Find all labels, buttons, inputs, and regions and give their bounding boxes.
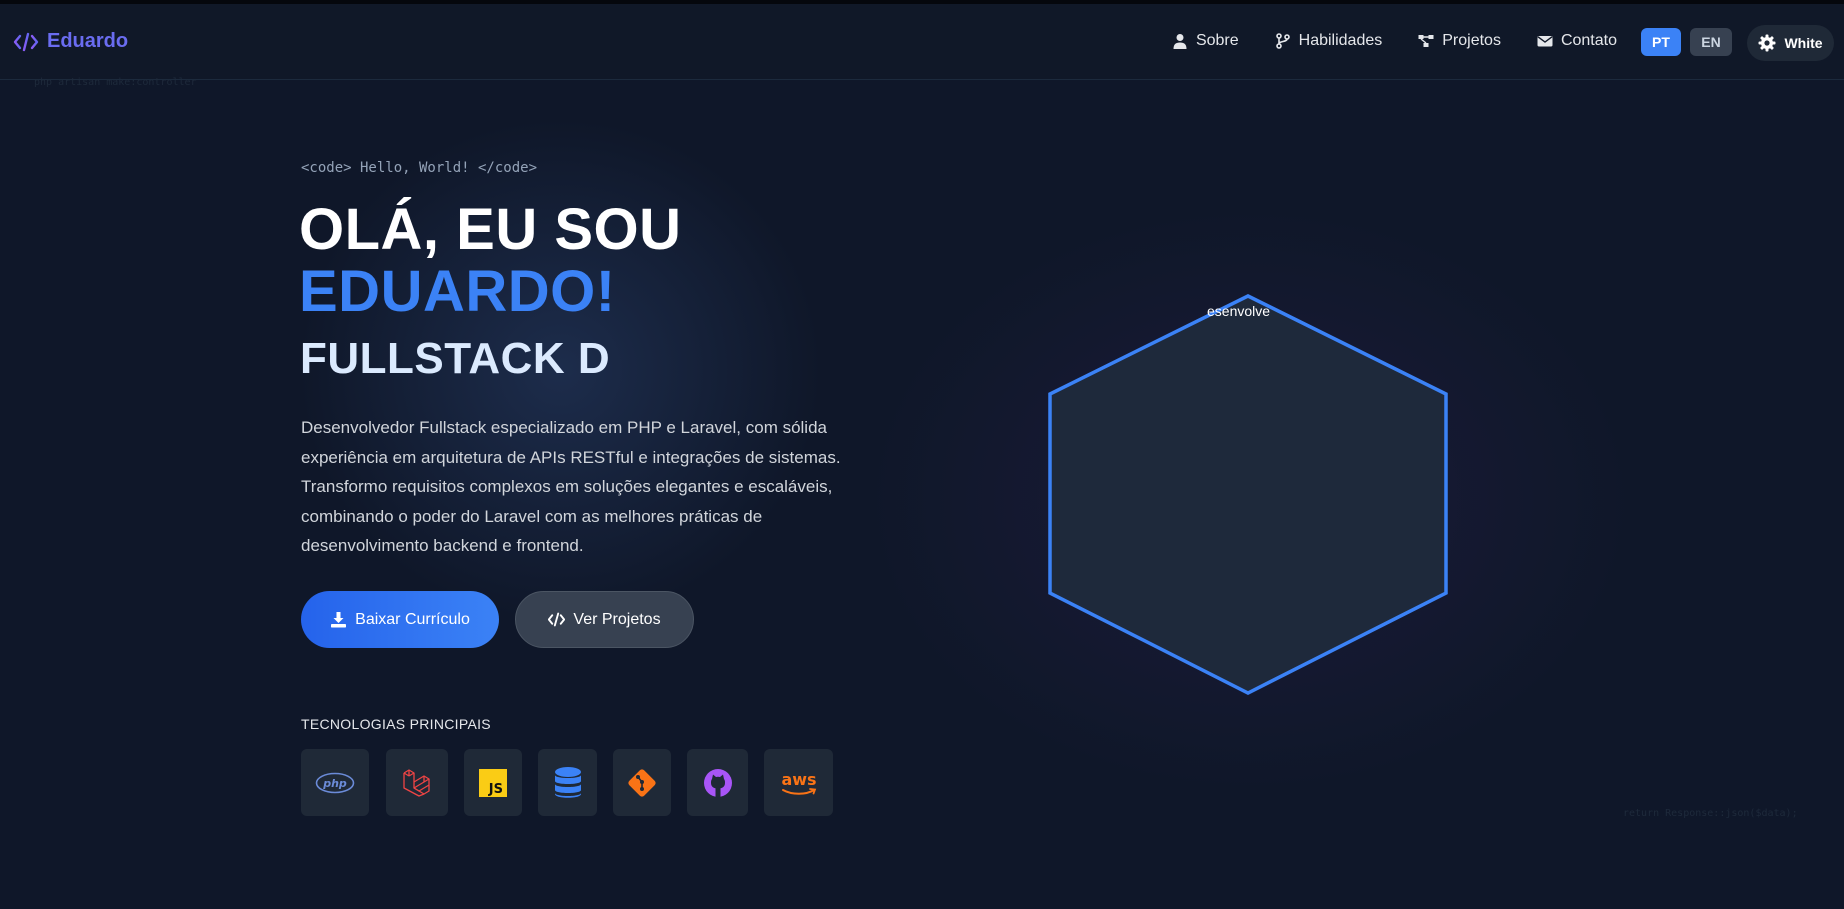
view-projects-button[interactable]: Ver Projetos — [515, 591, 694, 648]
nav-menu: Sobre Habilidades Projetos Contato — [1172, 32, 1617, 50]
background-code-snippet: php artisan make:controller — [34, 77, 197, 88]
background-code-snippet: return Response::json($data); — [1623, 808, 1798, 819]
brand-name: Eduardo — [47, 30, 129, 52]
brand-logo[interactable]: Eduardo — [13, 30, 128, 53]
lang-pt-button[interactable]: PT — [1641, 28, 1681, 56]
nav-item-label: Projetos — [1442, 32, 1501, 49]
tech-item-laravel[interactable] — [386, 749, 448, 816]
git-icon — [628, 768, 656, 797]
download-icon — [331, 612, 347, 628]
nav-item-label: Habilidades — [1298, 32, 1383, 49]
tech-item-php[interactable]: php — [301, 749, 369, 816]
gear-icon — [1758, 34, 1776, 52]
github-icon — [703, 768, 732, 797]
project-diagram-icon — [1418, 35, 1434, 47]
lang-en-button[interactable]: EN — [1690, 28, 1732, 56]
envelope-icon — [1537, 36, 1553, 47]
hexagon-label: esenvolve — [1207, 303, 1271, 319]
hero-description: Desenvolvedor Fullstack especializado em… — [301, 418, 841, 555]
hero-name: EDUARDO! — [299, 259, 616, 324]
nav-item-label: Sobre — [1195, 32, 1239, 49]
tech-section-title: TECNOLOGIAS PRINCIPAIS — [301, 716, 491, 732]
theme-label: White — [1784, 35, 1823, 51]
svg-text:php: php — [322, 777, 347, 790]
hero-title-line1: OLÁ, EU SOU — [299, 197, 682, 262]
tech-item-database[interactable] — [538, 749, 597, 816]
tech-item-git[interactable] — [613, 749, 671, 816]
nav-item-projetos[interactable]: Projetos — [1418, 32, 1501, 50]
git-branch-icon — [1275, 33, 1290, 49]
tech-item-aws[interactable]: aws — [764, 749, 833, 816]
hero-typed-role: FULLSTACK D — [300, 334, 611, 383]
aws-icon: aws — [781, 770, 816, 795]
download-cv-label: Baixar Currículo — [355, 610, 470, 628]
nav-item-habilidades[interactable]: Habilidades — [1275, 32, 1383, 50]
navbar: Eduardo Sobre Habilidades Projetos Conta… — [0, 4, 1844, 80]
user-icon — [1173, 34, 1187, 49]
nav-item-sobre[interactable]: Sobre — [1172, 32, 1239, 50]
laravel-icon — [403, 768, 430, 797]
javascript-icon: JS — [479, 768, 507, 797]
view-projects-label: Ver Projetos — [573, 610, 661, 628]
svg-text:JS: JS — [488, 782, 503, 797]
code-tag-greeting: <code> Hello, World! </code> — [301, 160, 538, 176]
nav-item-contato[interactable]: Contato — [1537, 32, 1617, 50]
code-icon — [13, 32, 39, 51]
database-icon — [554, 766, 581, 798]
nav-item-label: Contato — [1560, 32, 1617, 49]
tech-item-javascript[interactable]: JS — [464, 749, 522, 816]
hexagon-frame — [1048, 294, 1448, 695]
code-icon — [548, 612, 566, 627]
svg-text:aws: aws — [781, 770, 816, 789]
php-icon: php — [315, 772, 355, 793]
download-cv-button[interactable]: Baixar Currículo — [301, 591, 499, 648]
tech-item-github[interactable] — [687, 749, 748, 816]
theme-toggle-button[interactable]: White — [1747, 25, 1834, 61]
